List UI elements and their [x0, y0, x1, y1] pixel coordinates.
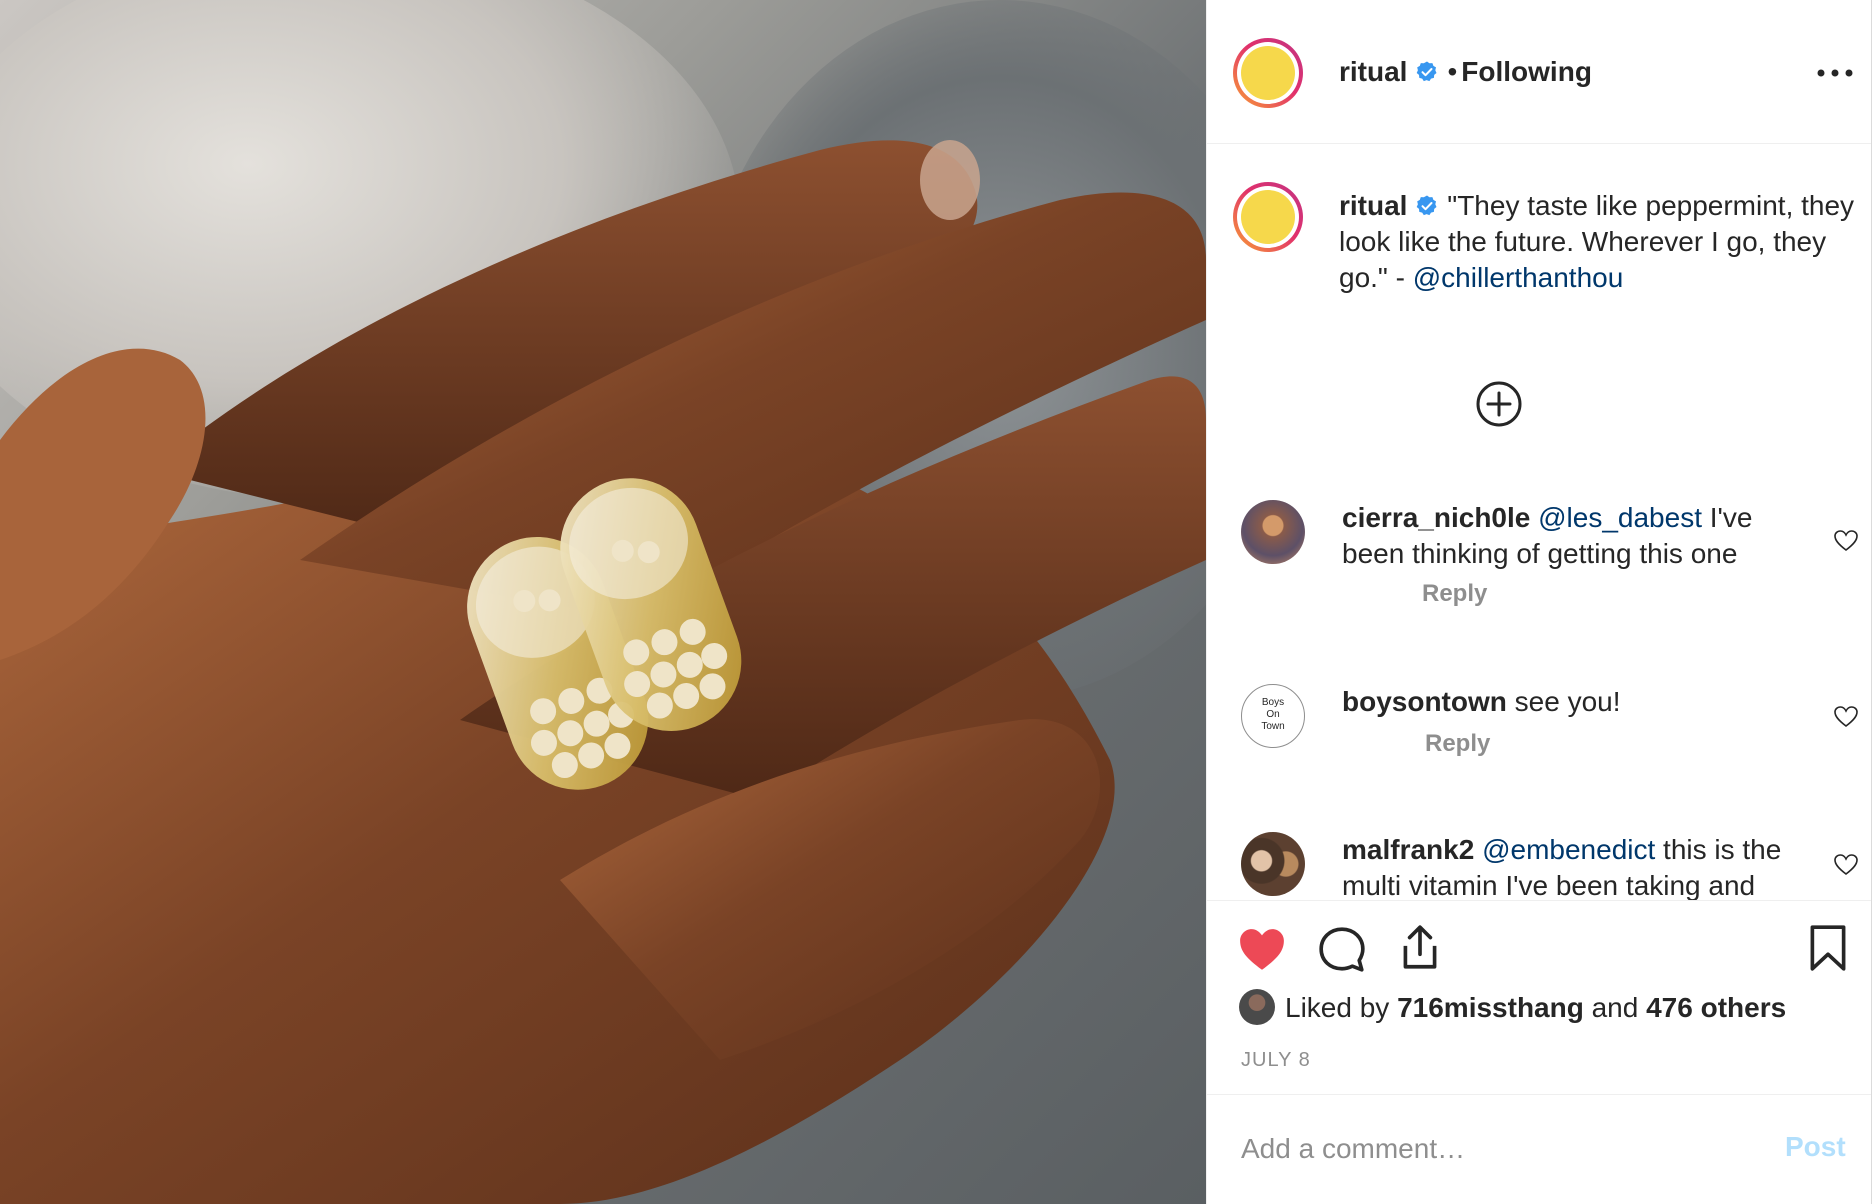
- post-sidebar: ritual • Following ritual "They taste lik…: [1206, 0, 1872, 1204]
- heart-outline-icon[interactable]: [1833, 704, 1859, 730]
- comment-mention[interactable]: @les_dabest: [1538, 502, 1702, 533]
- action-bar: Liked by 716missthang and 476 others JUL…: [1207, 900, 1871, 1094]
- liker-username[interactable]: 716missthang: [1397, 992, 1584, 1023]
- likes-others[interactable]: 476 others: [1646, 992, 1786, 1023]
- header-separator: •: [1447, 56, 1458, 87]
- reply-button[interactable]: Reply: [1425, 730, 1490, 758]
- heart-outline-icon[interactable]: [1833, 528, 1859, 554]
- following-button[interactable]: Following: [1461, 56, 1592, 87]
- comments-list[interactable]: cierra_nich0le @les_dabest I've been thi…: [1207, 470, 1871, 900]
- caption-username[interactable]: ritual: [1339, 190, 1407, 221]
- post-caption: ritual "They taste like peppermint, they…: [1339, 188, 1859, 296]
- post-comment-button[interactable]: Post: [1785, 1131, 1846, 1163]
- avatar[interactable]: [1233, 38, 1303, 108]
- instagram-post: ritual • Following ritual "They taste lik…: [0, 0, 1872, 1204]
- reply-button[interactable]: Reply: [1422, 580, 1487, 608]
- share-icon[interactable]: [1395, 923, 1445, 973]
- likes-middle: and: [1583, 992, 1647, 1023]
- hand-with-capsules-illustration: [0, 140, 1206, 1204]
- avatar[interactable]: [1241, 832, 1305, 896]
- post-date[interactable]: JULY 8: [1241, 1049, 1311, 1072]
- post-photo[interactable]: [0, 0, 1206, 1204]
- comment-item: cierra_nich0le @les_dabest I've been thi…: [1207, 490, 1871, 610]
- verified-badge-icon: [1417, 195, 1437, 216]
- caption-mention[interactable]: @chillerthanthou: [1413, 262, 1624, 293]
- post-header: ritual • Following: [1207, 0, 1871, 144]
- plus-circle-icon[interactable]: [1475, 380, 1523, 428]
- liker-avatar[interactable]: [1239, 989, 1275, 1025]
- comment-icon[interactable]: [1317, 925, 1367, 975]
- avatar-text: Boys On Town: [1261, 697, 1285, 732]
- avatar[interactable]: [1241, 500, 1305, 564]
- add-comment-bar: Post: [1207, 1094, 1871, 1204]
- likes-prefix: Liked by: [1285, 992, 1398, 1023]
- comment-input[interactable]: [1241, 1129, 1741, 1169]
- comment-item: malfrank2 @embenedict this is the multi …: [1207, 822, 1871, 900]
- avatar[interactable]: Boys On Town: [1241, 684, 1305, 748]
- verified-badge-icon: [1417, 61, 1437, 82]
- bookmark-icon[interactable]: [1803, 923, 1853, 973]
- caption-avatar[interactable]: [1233, 182, 1303, 252]
- comment-username[interactable]: malfrank2: [1342, 834, 1474, 865]
- likes-summary: Liked by 716missthang and 476 others: [1239, 989, 1786, 1026]
- comment-mention[interactable]: @embenedict: [1482, 834, 1655, 865]
- comment-username[interactable]: boysontown: [1342, 686, 1507, 717]
- comment-item: Boys On Town boysontown see you! Reply: [1207, 674, 1871, 794]
- heart-filled-icon[interactable]: [1237, 925, 1287, 975]
- heart-outline-icon[interactable]: [1833, 852, 1859, 878]
- header-username[interactable]: ritual: [1339, 56, 1407, 87]
- more-options-icon[interactable]: [1811, 62, 1859, 84]
- comment-text: see you!: [1506, 686, 1621, 717]
- comment-username[interactable]: cierra_nich0le: [1342, 502, 1530, 533]
